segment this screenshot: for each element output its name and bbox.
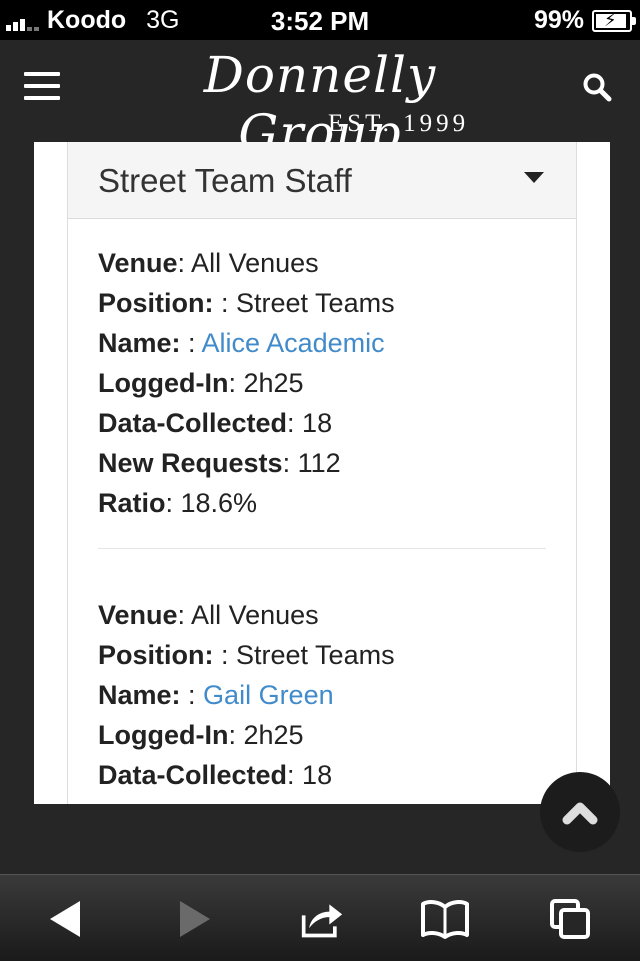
donnelly-group-logo[interactable]: Donnelly Group EST. 1999 (120, 46, 520, 162)
staff-name-link[interactable]: Alice Academic (202, 328, 385, 358)
position-row: Position: : Street Teams (98, 640, 395, 670)
data-collected-row: Data-Collected: 18 (98, 408, 333, 438)
bookmarks-icon[interactable] (420, 897, 470, 941)
venue-row: Venue: All Venues (98, 248, 319, 278)
data-collected-row: Data-Collected: 18 (98, 760, 333, 790)
status-bar: Koodo 3G 3:52 PM 99% ⚡ (0, 0, 640, 40)
chevron-up-icon (562, 802, 598, 825)
new-requests-row: New Requests: 112 (98, 448, 341, 478)
name-row: Name: : Gail Green (98, 680, 334, 710)
panel-title: Street Team Staff (98, 162, 352, 199)
status-right: 99% ⚡ (533, 6, 636, 35)
hamburger-menu-icon[interactable] (24, 72, 60, 100)
panel-header[interactable]: Street Team Staff (68, 142, 576, 219)
logged-in-row: Logged-In: 2h25 (98, 368, 304, 398)
browser-toolbar (0, 874, 640, 961)
battery-percent: 99% (533, 6, 584, 34)
staff-entry: Venue: All Venues Position: : Street Tea… (68, 219, 576, 523)
app-header: Donnelly Group EST. 1999 (0, 40, 640, 162)
scroll-to-top-button[interactable] (540, 772, 620, 852)
charging-bolt-icon: ⚡ (604, 9, 617, 30)
logged-in-row: Logged-In: 2h25 (98, 720, 304, 750)
name-row: Name: : Alice Academic (98, 328, 385, 358)
position-row: Position: : Street Teams (98, 288, 395, 318)
tabs-icon[interactable] (548, 897, 592, 941)
search-icon[interactable] (582, 72, 612, 102)
share-icon[interactable] (300, 897, 344, 941)
street-team-panel: Street Team Staff Venue: All Venues Posi… (67, 142, 577, 804)
logo-est-text: EST. 1999 (328, 110, 470, 137)
ratio-row: Ratio: 18.6% (98, 488, 258, 518)
battery-icon: ⚡ (592, 9, 636, 32)
venue-row: Venue: All Venues (98, 600, 319, 630)
staff-name-link[interactable]: Gail Green (203, 680, 334, 710)
main-content: Street Team Staff Venue: All Venues Posi… (34, 142, 610, 804)
caret-down-icon[interactable] (524, 172, 544, 183)
back-arrow-icon[interactable] (44, 897, 88, 941)
forward-arrow-icon[interactable] (172, 897, 216, 941)
staff-entry: Venue: All Venues Position: : Street Tea… (68, 549, 576, 795)
